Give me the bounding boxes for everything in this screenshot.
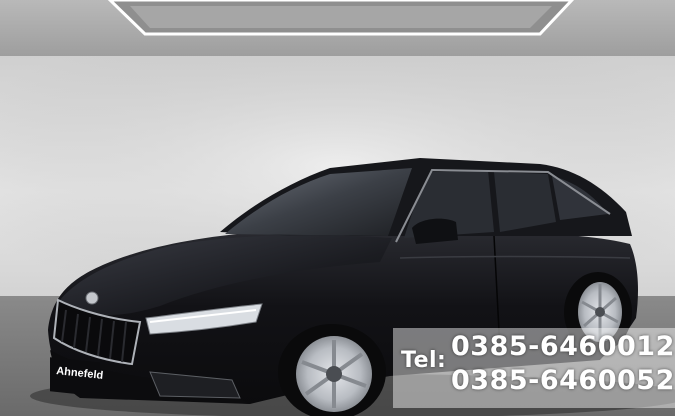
brand-badge-icon (85, 291, 99, 305)
phone-number-2: 0385-6460052 (451, 365, 675, 396)
phone-label: Tel: (401, 348, 447, 373)
rear-side-window (494, 172, 556, 232)
ceiling-light-panel (130, 6, 552, 28)
phone-overlay: Tel: 0385-6460012 0385-6460052 (393, 328, 675, 408)
front-wheel (278, 324, 386, 416)
phone-number-1: 0385-6460012 (451, 331, 675, 362)
